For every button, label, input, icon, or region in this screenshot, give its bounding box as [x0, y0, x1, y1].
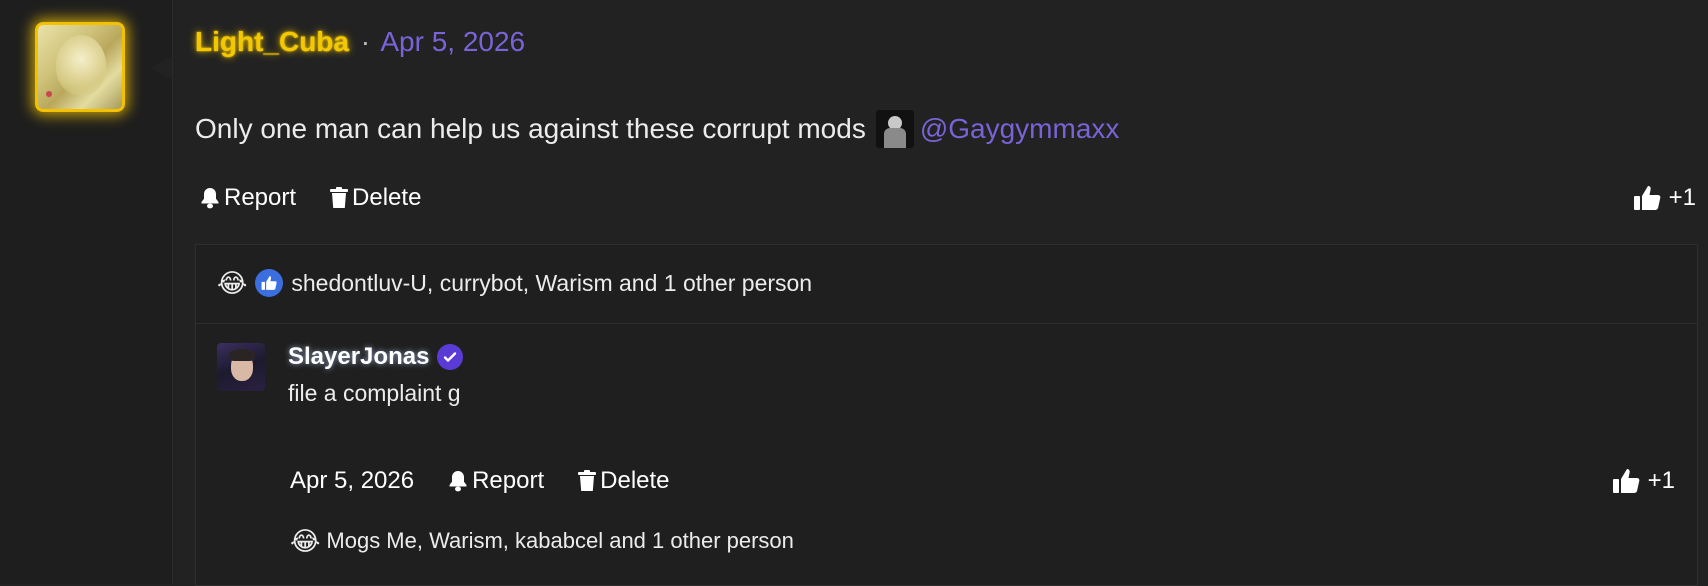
- post-header: Light_Cuba · Apr 5, 2026: [195, 26, 525, 58]
- trash-icon: [578, 470, 597, 492]
- like-button[interactable]: +1: [1633, 184, 1696, 212]
- reply-report-button[interactable]: Report: [448, 467, 544, 495]
- reply-avatar[interactable]: [217, 343, 265, 391]
- author-name[interactable]: Light_Cuba: [195, 26, 349, 57]
- reply-report-label: Report: [472, 467, 545, 494]
- post-arrow: [150, 56, 172, 80]
- reaction-summary[interactable]: 😂 shedontluv-U, currybot, Warism and 1 o…: [217, 269, 812, 297]
- verified-icon: [437, 344, 464, 370]
- reply-reaction-users[interactable]: Mogs Me, Warism, kababcel and 1 other pe…: [326, 528, 794, 554]
- inline-image[interactable]: [875, 110, 914, 148]
- post-body: Only one man can help us against these c…: [195, 110, 1119, 148]
- thumbs-up-icon: [1633, 184, 1661, 212]
- post-message: Only one man can help us against these c…: [195, 113, 866, 144]
- post-sidebar: [0, 0, 173, 584]
- post-actions: Report Delete: [200, 184, 421, 212]
- post-content: Light_Cuba · Apr 5, 2026 Only one man ca…: [172, 0, 1708, 586]
- reply-like-count: +1: [1647, 467, 1675, 494]
- reply-like-button[interactable]: +1: [1612, 467, 1675, 495]
- header-separator: ·: [360, 26, 371, 57]
- like-badge-icon: [255, 269, 284, 297]
- thumbs-up-icon: [1612, 467, 1640, 495]
- reply-reaction-summary[interactable]: 😂 Mogs Me, Warism, kababcel and 1 other …: [290, 528, 794, 554]
- user-mention[interactable]: @Gaygymmaxx: [920, 113, 1120, 145]
- author-avatar[interactable]: [35, 22, 125, 112]
- reactions-bar: 😂 shedontluv-U, currybot, Warism and 1 o…: [196, 245, 1697, 324]
- report-button[interactable]: Report: [200, 184, 296, 212]
- bell-icon: [200, 187, 220, 209]
- reactions-panel: 😂 shedontluv-U, currybot, Warism and 1 o…: [195, 244, 1698, 586]
- laughing-crying-emoji-icon: 😂: [217, 268, 248, 298]
- report-label: Report: [224, 184, 297, 211]
- bell-icon: [448, 470, 468, 492]
- post-date[interactable]: Apr 5, 2026: [380, 26, 525, 57]
- reply-avatar-hair: [229, 349, 255, 361]
- reaction-users[interactable]: shedontluv-U, currybot, Warism and 1 oth…: [291, 270, 812, 297]
- delete-button[interactable]: Delete: [330, 184, 421, 212]
- avatar-art-dot: [46, 91, 52, 97]
- inline-image-body: [883, 128, 906, 148]
- reply-author-name: SlayerJonas: [288, 343, 430, 370]
- delete-label: Delete: [352, 184, 422, 211]
- reply-message: file a complaint g: [288, 380, 461, 406]
- reply-delete-button[interactable]: Delete: [578, 467, 670, 495]
- reply-author[interactable]: SlayerJonas: [288, 343, 464, 371]
- reply-delete-label: Delete: [600, 467, 670, 494]
- reply-date[interactable]: Apr 5, 2026: [290, 467, 414, 495]
- like-count: +1: [1668, 184, 1696, 211]
- reply-actions: Apr 5, 2026 Report Delete: [290, 467, 670, 495]
- reply-comment: SlayerJonas file a complaint g Apr 5, 20…: [196, 323, 1697, 585]
- trash-icon: [330, 187, 349, 209]
- laughing-crying-emoji-icon: 😂: [290, 526, 321, 556]
- avatar-art: [56, 35, 106, 95]
